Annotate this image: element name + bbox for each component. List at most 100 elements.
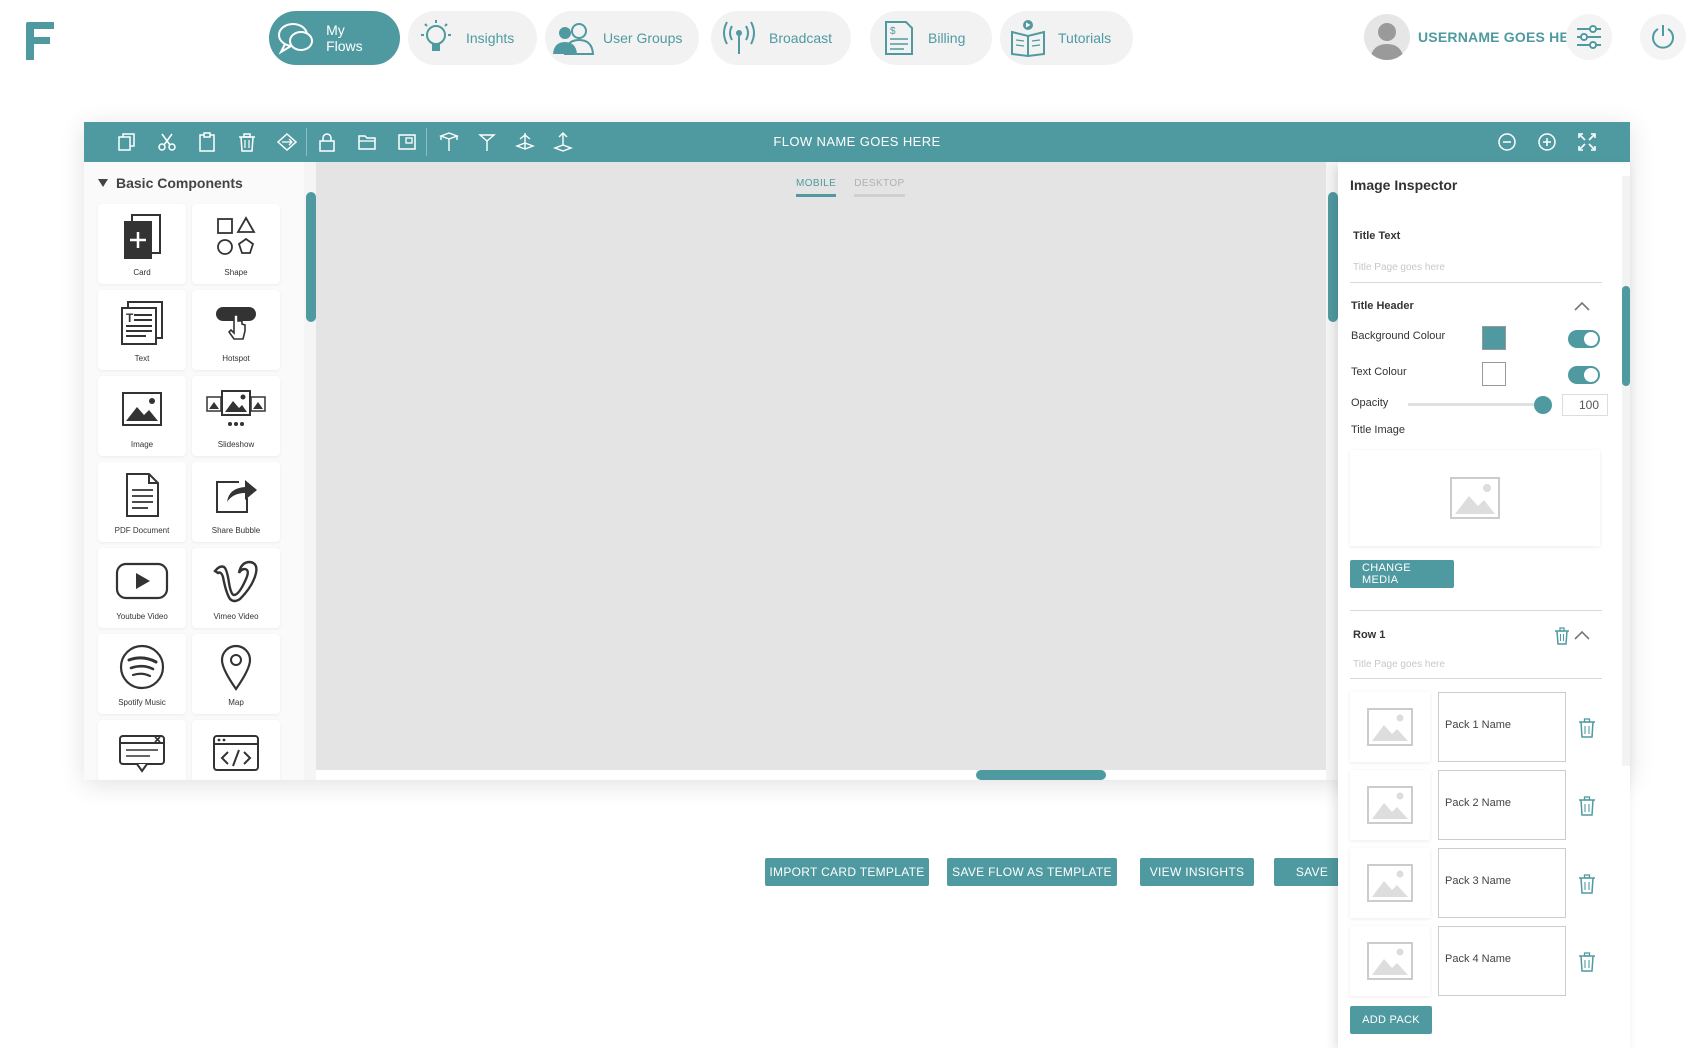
- component-vimeo[interactable]: Vimeo Video: [192, 548, 280, 628]
- image-placeholder-icon: [1449, 476, 1501, 520]
- avatar: [1364, 14, 1410, 60]
- zoom-in-icon[interactable]: [1536, 131, 1558, 153]
- trash-icon[interactable]: [1578, 718, 1596, 738]
- nav-tutorials-label: Tutorials: [1058, 30, 1112, 46]
- nav-my-flows-label: My Flows: [326, 22, 363, 54]
- import-card-template-button[interactable]: IMPORT CARD TEMPLATE: [765, 858, 929, 886]
- card-icon: [98, 212, 186, 262]
- pack-name-input[interactable]: Pack 2 Name: [1438, 770, 1566, 840]
- nav-my-flows[interactable]: My Flows: [269, 11, 400, 65]
- pack-image-thumbnail[interactable]: [1350, 926, 1430, 996]
- component-map[interactable]: Map: [192, 634, 280, 714]
- settings-button[interactable]: [1566, 14, 1612, 60]
- nav-user-groups[interactable]: User Groups: [545, 11, 699, 65]
- change-media-button[interactable]: CHANGE MEDIA: [1350, 560, 1454, 588]
- users-icon: [551, 16, 595, 60]
- user-menu[interactable]: USERNAME GOES HERE: [1364, 14, 1589, 60]
- component-text[interactable]: T Text: [98, 290, 186, 370]
- pack-image-thumbnail[interactable]: [1350, 770, 1430, 840]
- fit-screen-icon[interactable]: [1576, 131, 1598, 153]
- add-pack-button[interactable]: ADD PACK: [1350, 1006, 1432, 1034]
- nav-insights[interactable]: Insights: [408, 11, 537, 65]
- component-label: Map: [228, 698, 244, 707]
- tab-mobile[interactable]: MOBILE: [796, 178, 837, 197]
- divider: [1350, 610, 1602, 611]
- tab-desktop[interactable]: DESKTOP: [854, 178, 905, 197]
- nav-insights-label: Insights: [466, 30, 515, 46]
- hotspot-icon: [192, 298, 280, 348]
- title-text-label: Title Text: [1353, 230, 1401, 242]
- scrollbar-thumb[interactable]: [306, 192, 316, 322]
- lightbulb-icon: [414, 16, 458, 60]
- shapes-icon: [192, 212, 280, 262]
- flow-canvas[interactable]: MOBILE DESKTOP: [316, 162, 1326, 770]
- component-hotspot[interactable]: Hotspot: [192, 290, 280, 370]
- component-image[interactable]: Image: [98, 376, 186, 456]
- component-code[interactable]: [192, 720, 280, 780]
- component-share-bubble[interactable]: Share Bubble: [192, 462, 280, 542]
- row-title-input[interactable]: Title Page goes here: [1353, 659, 1445, 670]
- component-label: Spotify Music: [118, 698, 166, 707]
- power-button[interactable]: [1640, 14, 1686, 60]
- component-label: Vimeo Video: [213, 612, 259, 621]
- nav-billing[interactable]: $ Billing: [870, 11, 992, 65]
- title-text-input[interactable]: Title Page goes here: [1353, 262, 1445, 273]
- text-colour-toggle[interactable]: [1568, 366, 1600, 384]
- input-underline: [1350, 678, 1602, 679]
- scrollbar-thumb[interactable]: [1328, 192, 1338, 322]
- component-slideshow[interactable]: Slideshow: [192, 376, 280, 456]
- pack-name-input[interactable]: Pack 3 Name: [1438, 848, 1566, 918]
- pack-name-input[interactable]: Pack 1 Name: [1438, 692, 1566, 762]
- code-icon: [192, 728, 280, 778]
- canvas-horizontal-scrollbar[interactable]: [316, 770, 1326, 780]
- component-spotify[interactable]: Spotify Music: [98, 634, 186, 714]
- component-palette: Basic Components Card Shape T Text Hotsp…: [84, 162, 304, 780]
- component-label: Hotspot: [222, 354, 250, 363]
- canvas-vertical-scrollbar[interactable]: [1326, 162, 1338, 780]
- palette-scrollbar[interactable]: [304, 162, 316, 780]
- zoom-out-icon[interactable]: [1496, 131, 1518, 153]
- component-pdf[interactable]: PDF Document: [98, 462, 186, 542]
- nav-billing-label: Billing: [928, 30, 966, 46]
- component-popup[interactable]: [98, 720, 186, 780]
- chevron-up-icon[interactable]: [1574, 301, 1590, 311]
- broadcast-antenna-icon: [717, 16, 761, 60]
- chevron-up-icon[interactable]: [1574, 630, 1590, 640]
- component-youtube[interactable]: Youtube Video: [98, 548, 186, 628]
- opacity-label: Opacity: [1351, 397, 1389, 409]
- component-card[interactable]: Card: [98, 204, 186, 284]
- scrollbar-thumb[interactable]: [976, 770, 1106, 780]
- pack-name-input[interactable]: Pack 4 Name: [1438, 926, 1566, 996]
- nav-tutorials[interactable]: Tutorials: [1000, 11, 1133, 65]
- flow-name[interactable]: FLOW NAME GOES HERE: [84, 134, 1630, 149]
- nav-broadcast[interactable]: Broadcast: [711, 11, 851, 65]
- username: USERNAME GOES HERE: [1418, 29, 1589, 45]
- opacity-slider[interactable]: [1408, 403, 1542, 406]
- trash-icon[interactable]: [1578, 952, 1596, 972]
- pack-image-thumbnail[interactable]: [1350, 692, 1430, 762]
- opacity-slider-handle[interactable]: [1534, 396, 1552, 414]
- palette-heading[interactable]: Basic Components: [98, 175, 243, 191]
- component-shape[interactable]: Shape: [192, 204, 280, 284]
- opacity-input[interactable]: 100: [1562, 394, 1608, 416]
- inspector-scrollbar[interactable]: [1622, 176, 1630, 766]
- text-colour-swatch[interactable]: [1482, 362, 1506, 386]
- svg-text:$: $: [890, 26, 896, 37]
- row-label: Row 1: [1353, 629, 1386, 641]
- background-colour-toggle[interactable]: [1568, 330, 1600, 348]
- vimeo-icon: [192, 556, 280, 606]
- image-placeholder-icon: [1366, 707, 1414, 747]
- trash-icon[interactable]: [1554, 627, 1570, 645]
- component-label: Share Bubble: [211, 526, 261, 535]
- component-label: Text: [134, 354, 150, 363]
- trash-icon[interactable]: [1578, 796, 1596, 816]
- logo[interactable]: [24, 20, 58, 62]
- trash-icon[interactable]: [1578, 874, 1596, 894]
- title-image-preview[interactable]: [1350, 450, 1600, 546]
- pack-image-thumbnail[interactable]: [1350, 848, 1430, 918]
- background-colour-swatch[interactable]: [1482, 326, 1506, 350]
- background-colour-label: Background Colour: [1351, 330, 1446, 342]
- view-insights-button[interactable]: VIEW INSIGHTS: [1140, 858, 1254, 886]
- scrollbar-thumb[interactable]: [1622, 286, 1630, 386]
- save-flow-as-template-button[interactable]: SAVE FLOW AS TEMPLATE: [947, 858, 1117, 886]
